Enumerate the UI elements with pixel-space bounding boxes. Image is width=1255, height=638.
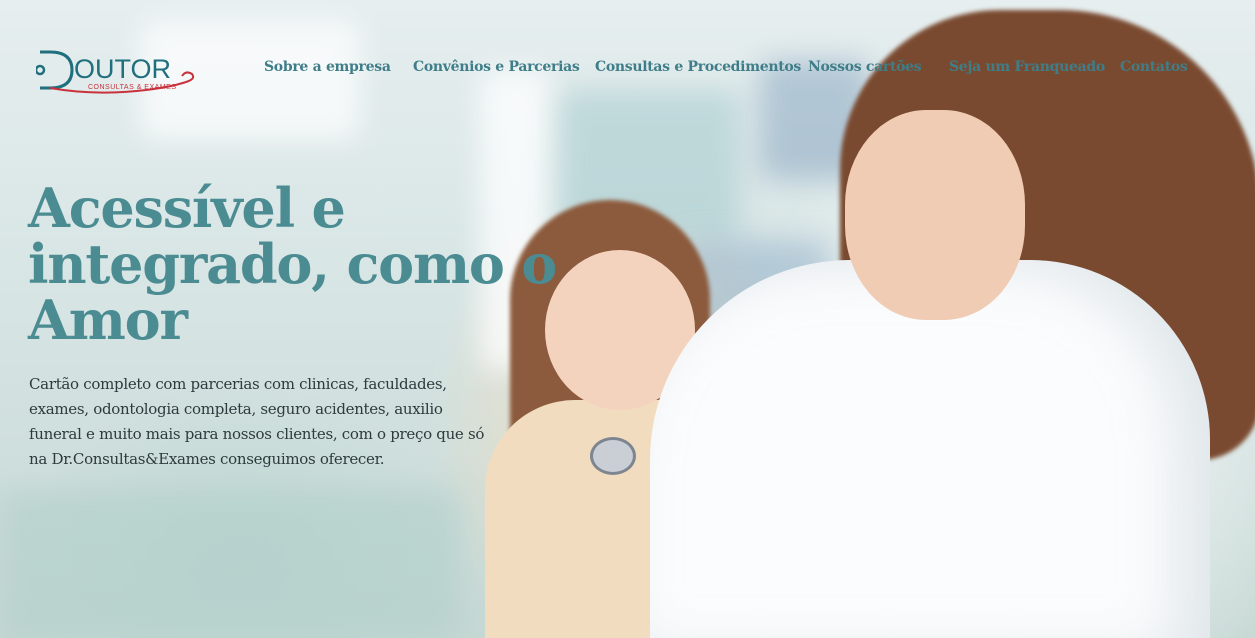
nav-sobre-a-empresa[interactable]: Sobre a empresa: [264, 59, 391, 75]
stethoscope-icon: [590, 437, 636, 475]
svg-text:CONSULTAS & EXAMES: CONSULTAS & EXAMES: [88, 84, 176, 91]
nav-nossos-cartoes[interactable]: Nossos cartões: [808, 59, 922, 75]
hero-headline: Acessível e integrado, como o Amor: [28, 176, 557, 352]
hero-description: Cartão completo com parcerias com clinic…: [29, 375, 485, 468]
nav-seja-um-franqueado[interactable]: Seja um Franqueado: [949, 59, 1105, 75]
nav-consultas-e-procedimentos[interactable]: Consultas e Procedimentos: [595, 59, 801, 75]
nav-contatos[interactable]: Contatos: [1120, 59, 1188, 75]
hero-section: OUTOR CONSULTAS & EXAMES Sobre a empresa…: [0, 0, 1255, 638]
nav-convenios-e-parcerias[interactable]: Convênios e Parcerias: [413, 59, 580, 75]
main-navigation: Sobre a empresa Convênios e Parcerias Co…: [0, 59, 1255, 81]
